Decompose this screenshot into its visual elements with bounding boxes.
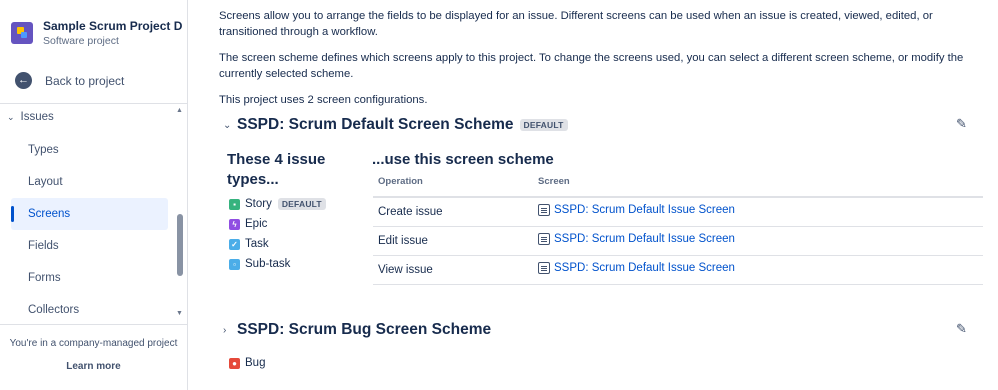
screen-link-label: SSPD: Scrum Default Issue Screen (554, 204, 735, 216)
table-row: Create issue SSPD: Scrum Default Issue S… (373, 198, 983, 227)
issue-type-story: ▪ Story DEFAULT (229, 198, 326, 210)
screen-link[interactable]: SSPD: Scrum Default Issue Screen (538, 233, 735, 245)
back-to-project-link[interactable]: ← Back to project (15, 72, 124, 89)
nav-group-issues[interactable]: ⌄ Issues (7, 111, 54, 123)
sidebar-item-layout[interactable]: Layout (11, 166, 168, 198)
sidebar-item-collectors[interactable]: Collectors (11, 294, 168, 324)
issue-type-label: Epic (245, 218, 268, 230)
chevron-down-icon: ⌄ (223, 119, 232, 131)
project-name: Sample Scrum Project D (43, 19, 183, 33)
bug-icon: ● (229, 357, 240, 369)
pencil-icon[interactable]: ✎ (956, 321, 967, 337)
table-row: View issue SSPD: Scrum Default Issue Scr… (373, 256, 983, 285)
issue-type-bug: ● Bug (229, 357, 265, 369)
screen-link[interactable]: SSPD: Scrum Default Issue Screen (538, 204, 735, 216)
scroll-down-icon[interactable]: ▼ (176, 310, 183, 317)
divider (0, 324, 187, 325)
scheme-info-text: The screen scheme defines which screens … (219, 52, 964, 80)
subtask-icon: ▫ (229, 258, 240, 270)
company-managed-note: You're in a company-managed project (9, 338, 178, 349)
sidebar-item-types[interactable]: Types (11, 134, 168, 166)
config-count-text: This project uses 2 screen configuration… (219, 94, 428, 106)
project-avatar-icon (11, 22, 33, 44)
issue-type-label: Bug (245, 357, 266, 369)
operation-cell: View issue (378, 264, 433, 276)
screen-link-label: SSPD: Scrum Default Issue Screen (554, 233, 735, 245)
default-badge: DEFAULT (519, 119, 568, 131)
issue-type-label: Sub-task (245, 258, 291, 270)
epic-icon: ϟ (229, 218, 240, 230)
scheme-header-bug[interactable]: › SSPD: Scrum Bug Screen Scheme (223, 321, 491, 339)
screen-link[interactable]: SSPD: Scrum Default Issue Screen (538, 262, 735, 274)
task-icon: ✓ (229, 238, 240, 250)
scroll-up-icon[interactable]: ▲ (176, 107, 183, 114)
chevron-right-icon: › (223, 324, 227, 336)
operation-cell: Edit issue (378, 235, 428, 247)
scheme-header-default[interactable]: ⌄ SSPD: Scrum Default Screen Scheme DEFA… (223, 116, 568, 134)
sidebar-scrollbar[interactable] (177, 214, 183, 276)
pencil-icon[interactable]: ✎ (956, 116, 967, 132)
project-header[interactable]: Sample Scrum Project D Software project (11, 18, 182, 49)
screen-icon (538, 233, 550, 245)
sidebar-nav: ⌄ Issues Types Layout Screens Fields For… (0, 104, 187, 324)
operation-cell: Create issue (378, 206, 443, 218)
back-label: Back to project (45, 73, 125, 88)
use-scheme-title: ...use this screen scheme (372, 151, 554, 168)
issue-type-subtask: ▫ Sub-task (229, 258, 290, 270)
chevron-down-icon: ⌄ (7, 111, 15, 122)
story-icon: ▪ (229, 198, 240, 210)
sidebar-item-screens[interactable]: Screens (11, 198, 168, 230)
scheme-title: SSPD: Scrum Bug Screen Scheme (237, 321, 492, 338)
screen-icon (538, 204, 550, 216)
column-header-operation: Operation (378, 176, 423, 187)
scheme-title: SSPD: Scrum Default Screen Scheme (237, 116, 514, 133)
issue-type-task: ✓ Task (229, 238, 269, 250)
sidebar-item-fields[interactable]: Fields (11, 230, 168, 262)
issue-types-title: These 4 issue types... (227, 151, 326, 188)
default-badge: DEFAULT (277, 198, 326, 210)
intro-text: Screens allow you to arrange the fields … (219, 10, 933, 38)
sidebar: Sample Scrum Project D Software project … (0, 0, 188, 390)
nav-group-label: Issues (20, 111, 54, 123)
column-header-screen: Screen (538, 176, 570, 187)
screen-link-label: SSPD: Scrum Default Issue Screen (554, 262, 735, 274)
issue-type-label: Story (245, 198, 272, 210)
screen-icon (538, 262, 550, 274)
project-type: Software project (43, 35, 119, 47)
table-row: Edit issue SSPD: Scrum Default Issue Scr… (373, 227, 983, 256)
arrow-left-icon: ← (15, 72, 32, 89)
issue-type-label: Task (245, 238, 269, 250)
learn-more-link[interactable]: Learn more (0, 361, 187, 372)
issue-type-epic: ϟ Epic (229, 218, 267, 230)
sidebar-item-forms[interactable]: Forms (11, 262, 168, 294)
